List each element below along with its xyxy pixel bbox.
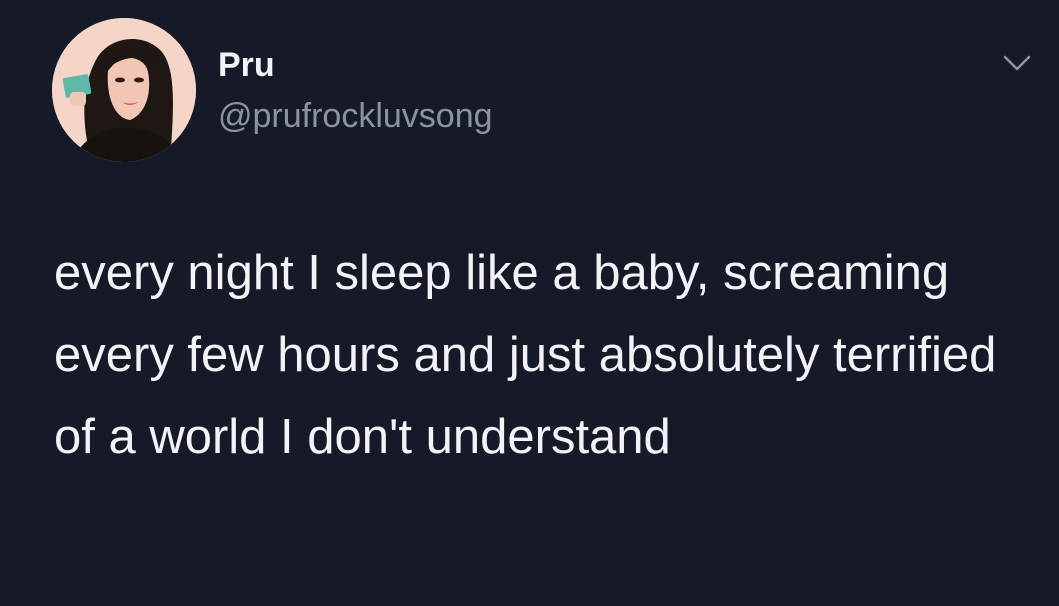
- display-name[interactable]: Pru: [218, 45, 275, 85]
- avatar-illustration: [52, 18, 196, 162]
- chevron-down-icon[interactable]: [1000, 50, 1034, 76]
- tweet-text: every night I sleep like a baby, screami…: [54, 246, 997, 464]
- avatar[interactable]: [52, 18, 196, 162]
- user-handle[interactable]: @prufrockluvsong: [218, 96, 493, 136]
- tweet-card: Pru @prufrockluvsong every night I sleep…: [0, 0, 1059, 606]
